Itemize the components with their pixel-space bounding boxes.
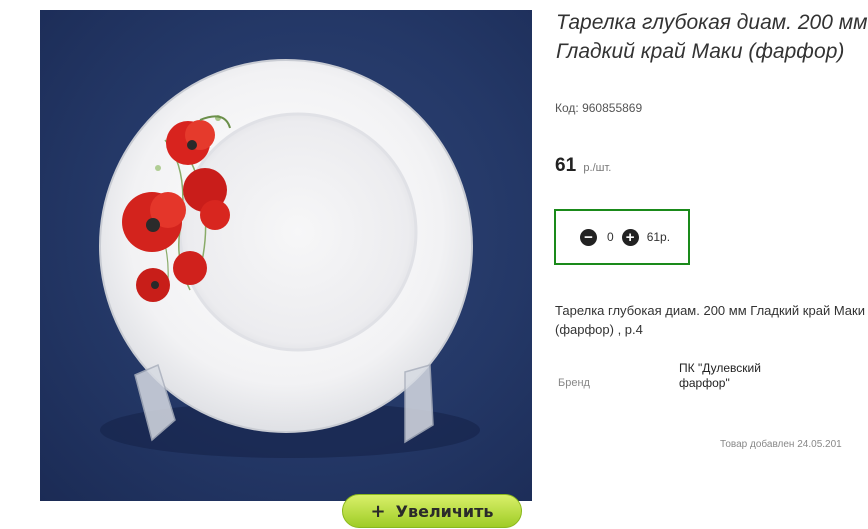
zoom-button[interactable]: + Увеличить [342,494,522,528]
product-title: Тарелка глубокая диам. 200 мм Гладкий кр… [556,11,868,63]
added-date: Товар добавлен 24.05.201 [720,439,842,450]
quantity-stepper: − 0 + 61р. [554,209,690,265]
product-sku: Код: 960855869 [555,101,643,115]
product-price: 61 р./шт. [555,155,611,177]
brand-value: ПК "Дулевский фарфор" [679,361,761,390]
brand-label: Бренд [558,377,590,389]
zoom-button-label: Увеличить [395,501,494,521]
product-image[interactable] [40,10,532,501]
plate-illustration [99,59,480,458]
line-total: 61р. [646,230,671,244]
minus-icon[interactable]: − [580,228,597,246]
product-description: Тарелка глубокая диам. 200 мм Гладкий кр… [555,303,865,337]
price-unit: р./шт. [583,162,612,174]
quantity-value: 0 [607,230,614,244]
plus-icon: + [370,500,386,522]
price-value: 61 [555,155,577,176]
plus-circle-icon[interactable]: + [621,228,639,246]
